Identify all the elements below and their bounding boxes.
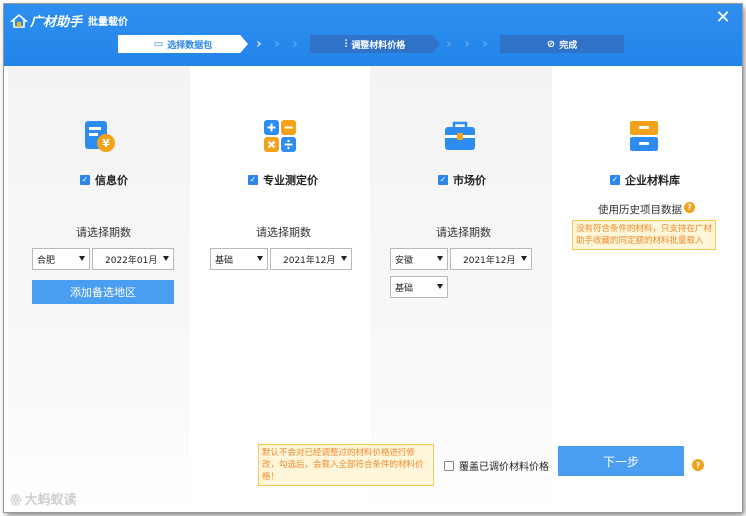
cabinet-icon [630, 121, 658, 151]
watermark-logo-icon: ꙮ [10, 491, 22, 506]
logo-icon [10, 13, 28, 28]
watermark-text: 大蚂蚁读 [24, 493, 77, 508]
sliders-icon: ⫶ [344, 38, 348, 50]
calculator-icon [264, 120, 296, 152]
dropdown-arrow-icon [437, 256, 443, 261]
price-doc-icon: ¥ [85, 121, 115, 152]
dropdown-arrow-icon [257, 256, 263, 261]
history-data-label: 使用历史项目数据 [598, 204, 682, 216]
svg-text:¥: ¥ [102, 137, 110, 150]
brand-name: 广材助手 [30, 15, 83, 30]
dropdown-arrow-icon [341, 256, 347, 261]
region-select-value: 安徽 [395, 255, 414, 266]
enterprise-library-checkbox[interactable]: ✓ 企业材料库 [610, 172, 680, 188]
help-icon[interactable]: ? [692, 459, 704, 471]
type-select-value: 基础 [215, 255, 234, 266]
dropdown-arrow-icon [437, 284, 443, 289]
package-icon: ▭ [153, 38, 164, 50]
check-icon: ✓ [80, 175, 90, 185]
step-label: 调整材料价格 [351, 40, 406, 51]
info-price-panel: ¥ ✓ 信息价 请选择期数 合肥 2022年01月 添加备选地区 [8, 66, 190, 512]
info-price-label: 信息价 [95, 174, 128, 187]
period-label: 请选择期数 [76, 226, 131, 239]
checkbox-box [444, 460, 454, 471]
help-icon[interactable]: ? [684, 202, 695, 213]
next-button[interactable]: 下一步 [558, 446, 684, 476]
period-label: 请选择期数 [256, 226, 311, 239]
market-price-label: 市场价 [453, 174, 486, 187]
region-select-value: 合肥 [37, 255, 56, 266]
overwrite-notice: 默认不会对已经调整过的材料价格进行修改，勾选后，会载入全部符合条件的材料价格！ [258, 444, 434, 486]
professional-price-label: 专业测定价 [263, 174, 318, 187]
type-select-value: 基础 [395, 283, 414, 294]
step-adjust-price: ⫶ 调整材料价格 [310, 35, 440, 53]
check-icon: ✓ [610, 175, 620, 185]
region-select[interactable]: 安徽 [390, 248, 448, 270]
step-label: 完成 [559, 40, 578, 51]
region-select[interactable]: 合肥 [32, 248, 90, 270]
overwrite-label: 覆盖已调价材料价格 [459, 462, 549, 473]
dropdown-arrow-icon [79, 256, 85, 261]
chevron-right-icon: › [256, 36, 262, 52]
info-price-checkbox[interactable]: ✓ 信息价 [80, 172, 128, 188]
type-select[interactable]: 基础 [390, 276, 448, 298]
add-region-button[interactable]: 添加备选地区 [32, 280, 174, 304]
dropdown-arrow-icon [521, 256, 527, 261]
chevron-right-icon: › [446, 36, 452, 52]
check-icon: ✓ [438, 175, 448, 185]
enterprise-hint: 没有符合条件的材料，只支持在广材助手收藏的同定额的材料批量载入 [572, 220, 716, 250]
step-label: 选择数据包 [167, 40, 213, 51]
market-price-checkbox[interactable]: ✓ 市场价 [438, 172, 486, 188]
window-title: 批量载价 [88, 17, 129, 28]
close-icon[interactable]: ✕ [714, 9, 732, 27]
chevron-right-icon: › [464, 36, 470, 52]
step-select-package: ▭ 选择数据包 [118, 35, 248, 53]
chevron-right-icon: › [274, 36, 280, 52]
professional-price-checkbox[interactable]: ✓ 专业测定价 [248, 172, 318, 188]
check-circle-icon: ⊘ [546, 38, 556, 50]
briefcase-icon [445, 121, 475, 150]
app-logo: 广材助手 批量载价 [10, 11, 128, 30]
check-icon: ✓ [248, 175, 258, 185]
overwrite-checkbox[interactable]: 覆盖已调价材料价格 [444, 458, 549, 473]
type-select[interactable]: 基础 [210, 248, 268, 270]
step-complete: ⊘ 完成 [500, 35, 624, 53]
enterprise-library-label: 企业材料库 [625, 174, 680, 187]
period-select[interactable]: 2022年01月 [92, 248, 174, 270]
period-select[interactable]: 2021年12月 [450, 248, 532, 270]
watermark: ꙮ 大蚂蚁读 [10, 489, 77, 509]
period-select[interactable]: 2021年12月 [270, 248, 352, 270]
period-select-value: 2021年12月 [463, 255, 516, 266]
period-select-value: 2021年12月 [283, 255, 336, 266]
batch-price-dialog: 广材助手 批量载价 ✕ ▭ 选择数据包 › › › ⫶ 调整材料价格 › › ›… [4, 4, 742, 512]
period-select-value: 2022年01月 [105, 255, 158, 266]
dialog-header: 广材助手 批量载价 ✕ ▭ 选择数据包 › › › ⫶ 调整材料价格 › › ›… [4, 4, 742, 66]
chevron-right-icon: › [482, 36, 488, 52]
period-label: 请选择期数 [436, 226, 491, 239]
chevron-right-icon: › [292, 36, 298, 52]
dropdown-arrow-icon [163, 256, 169, 261]
